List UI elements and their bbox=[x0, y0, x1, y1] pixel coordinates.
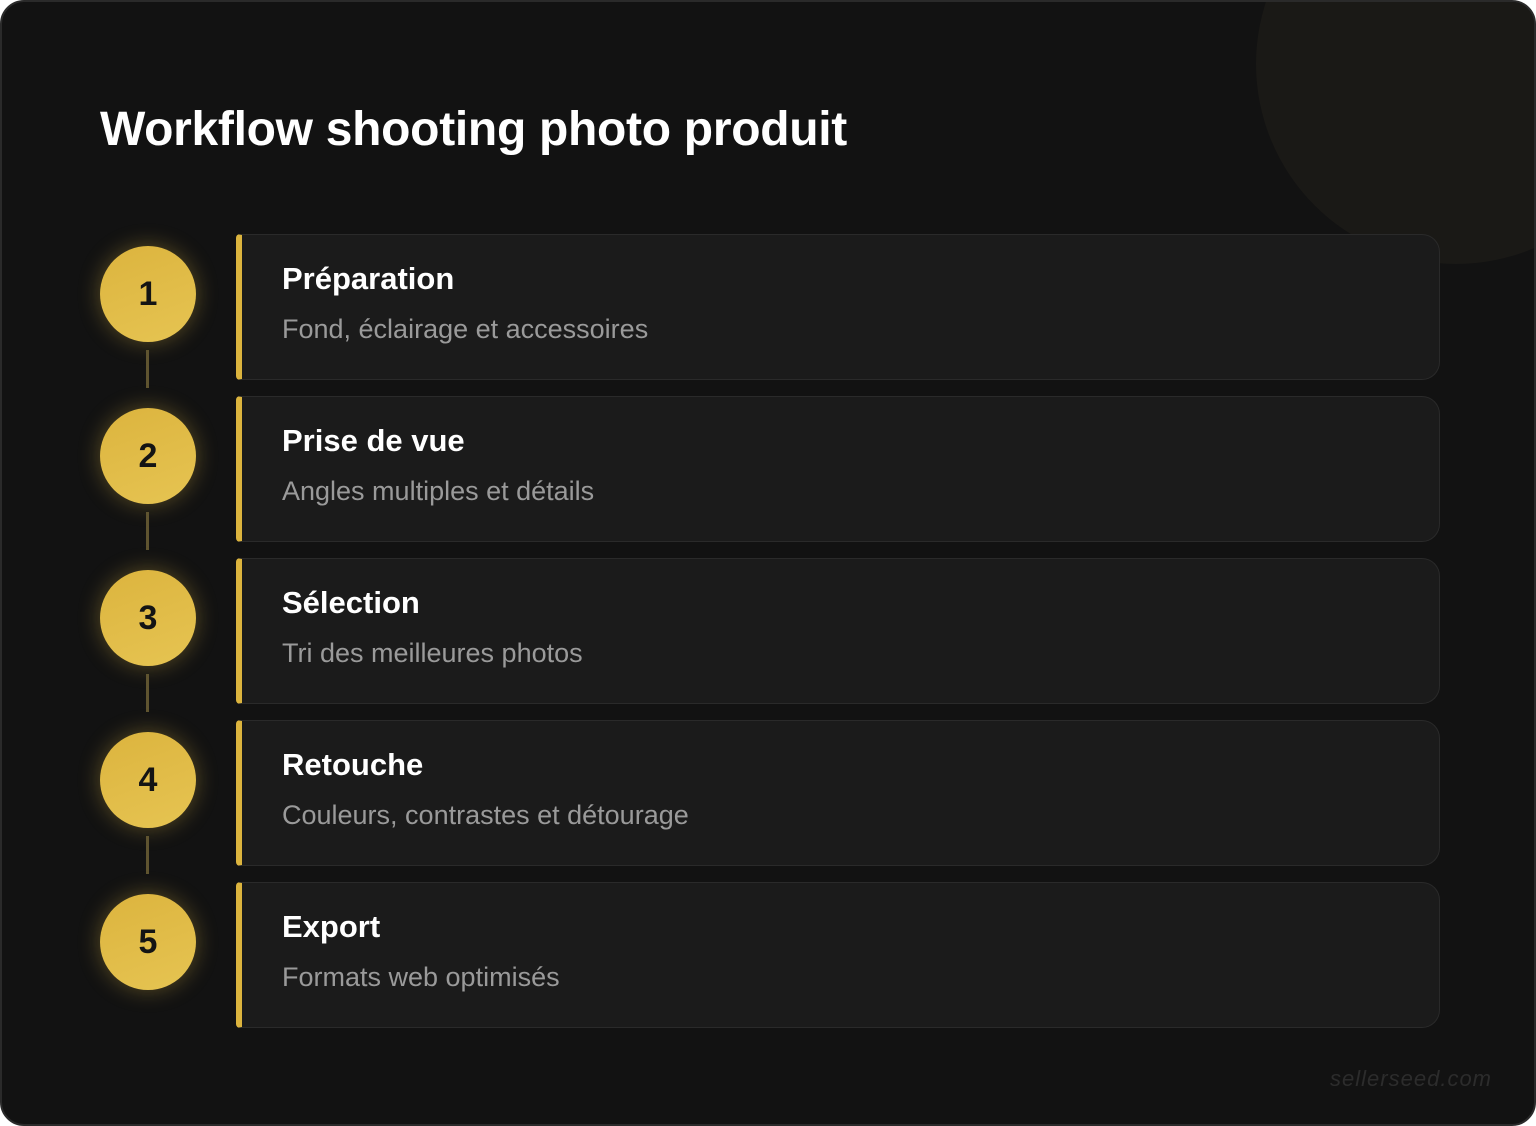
watermark: sellerseed.com bbox=[1330, 1066, 1492, 1091]
step-title: Prise de vue bbox=[282, 423, 465, 458]
step-panel: Retouche Couleurs, contrastes et détoura… bbox=[236, 720, 1440, 866]
step-panel: Export Formats web optimisés bbox=[236, 882, 1440, 1028]
step-item: 4 Retouche Couleurs, contrastes et détou… bbox=[100, 720, 1440, 874]
decorative-circle bbox=[1256, 2, 1534, 264]
steps-list: 1 Préparation Fond, éclairage et accesso… bbox=[100, 234, 1440, 1044]
page-title: Workflow shooting photo produit bbox=[100, 103, 847, 156]
step-connector bbox=[146, 350, 149, 388]
step-number-badge: 5 bbox=[100, 894, 196, 990]
step-title: Préparation bbox=[282, 261, 455, 296]
step-number-badge: 3 bbox=[100, 570, 196, 666]
step-panel: Préparation Fond, éclairage et accessoir… bbox=[236, 234, 1440, 380]
step-title: Export bbox=[282, 909, 381, 944]
step-number-badge: 4 bbox=[100, 732, 196, 828]
step-number-badge: 2 bbox=[100, 408, 196, 504]
step-item: 1 Préparation Fond, éclairage et accesso… bbox=[100, 234, 1440, 388]
step-item: 2 Prise de vue Angles multiples et détai… bbox=[100, 396, 1440, 550]
step-title: Retouche bbox=[282, 747, 424, 782]
step-connector bbox=[146, 836, 149, 874]
workflow-card: Workflow shooting photo produit 1 Prépar… bbox=[0, 0, 1536, 1126]
step-connector bbox=[146, 674, 149, 712]
step-panel: Sélection Tri des meilleures photos bbox=[236, 558, 1440, 704]
step-description: Tri des meilleures photos bbox=[282, 638, 583, 668]
step-description: Angles multiples et détails bbox=[282, 476, 595, 506]
step-description: Formats web optimisés bbox=[282, 962, 560, 992]
step-item: 3 Sélection Tri des meilleures photos bbox=[100, 558, 1440, 712]
step-number-badge: 1 bbox=[100, 246, 196, 342]
step-connector bbox=[146, 512, 149, 550]
step-title: Sélection bbox=[282, 585, 420, 620]
step-description: Couleurs, contrastes et détourage bbox=[282, 800, 689, 830]
step-panel: Prise de vue Angles multiples et détails bbox=[236, 396, 1440, 542]
step-item: 5 Export Formats web optimisés bbox=[100, 882, 1440, 1028]
step-description: Fond, éclairage et accessoires bbox=[282, 314, 649, 344]
